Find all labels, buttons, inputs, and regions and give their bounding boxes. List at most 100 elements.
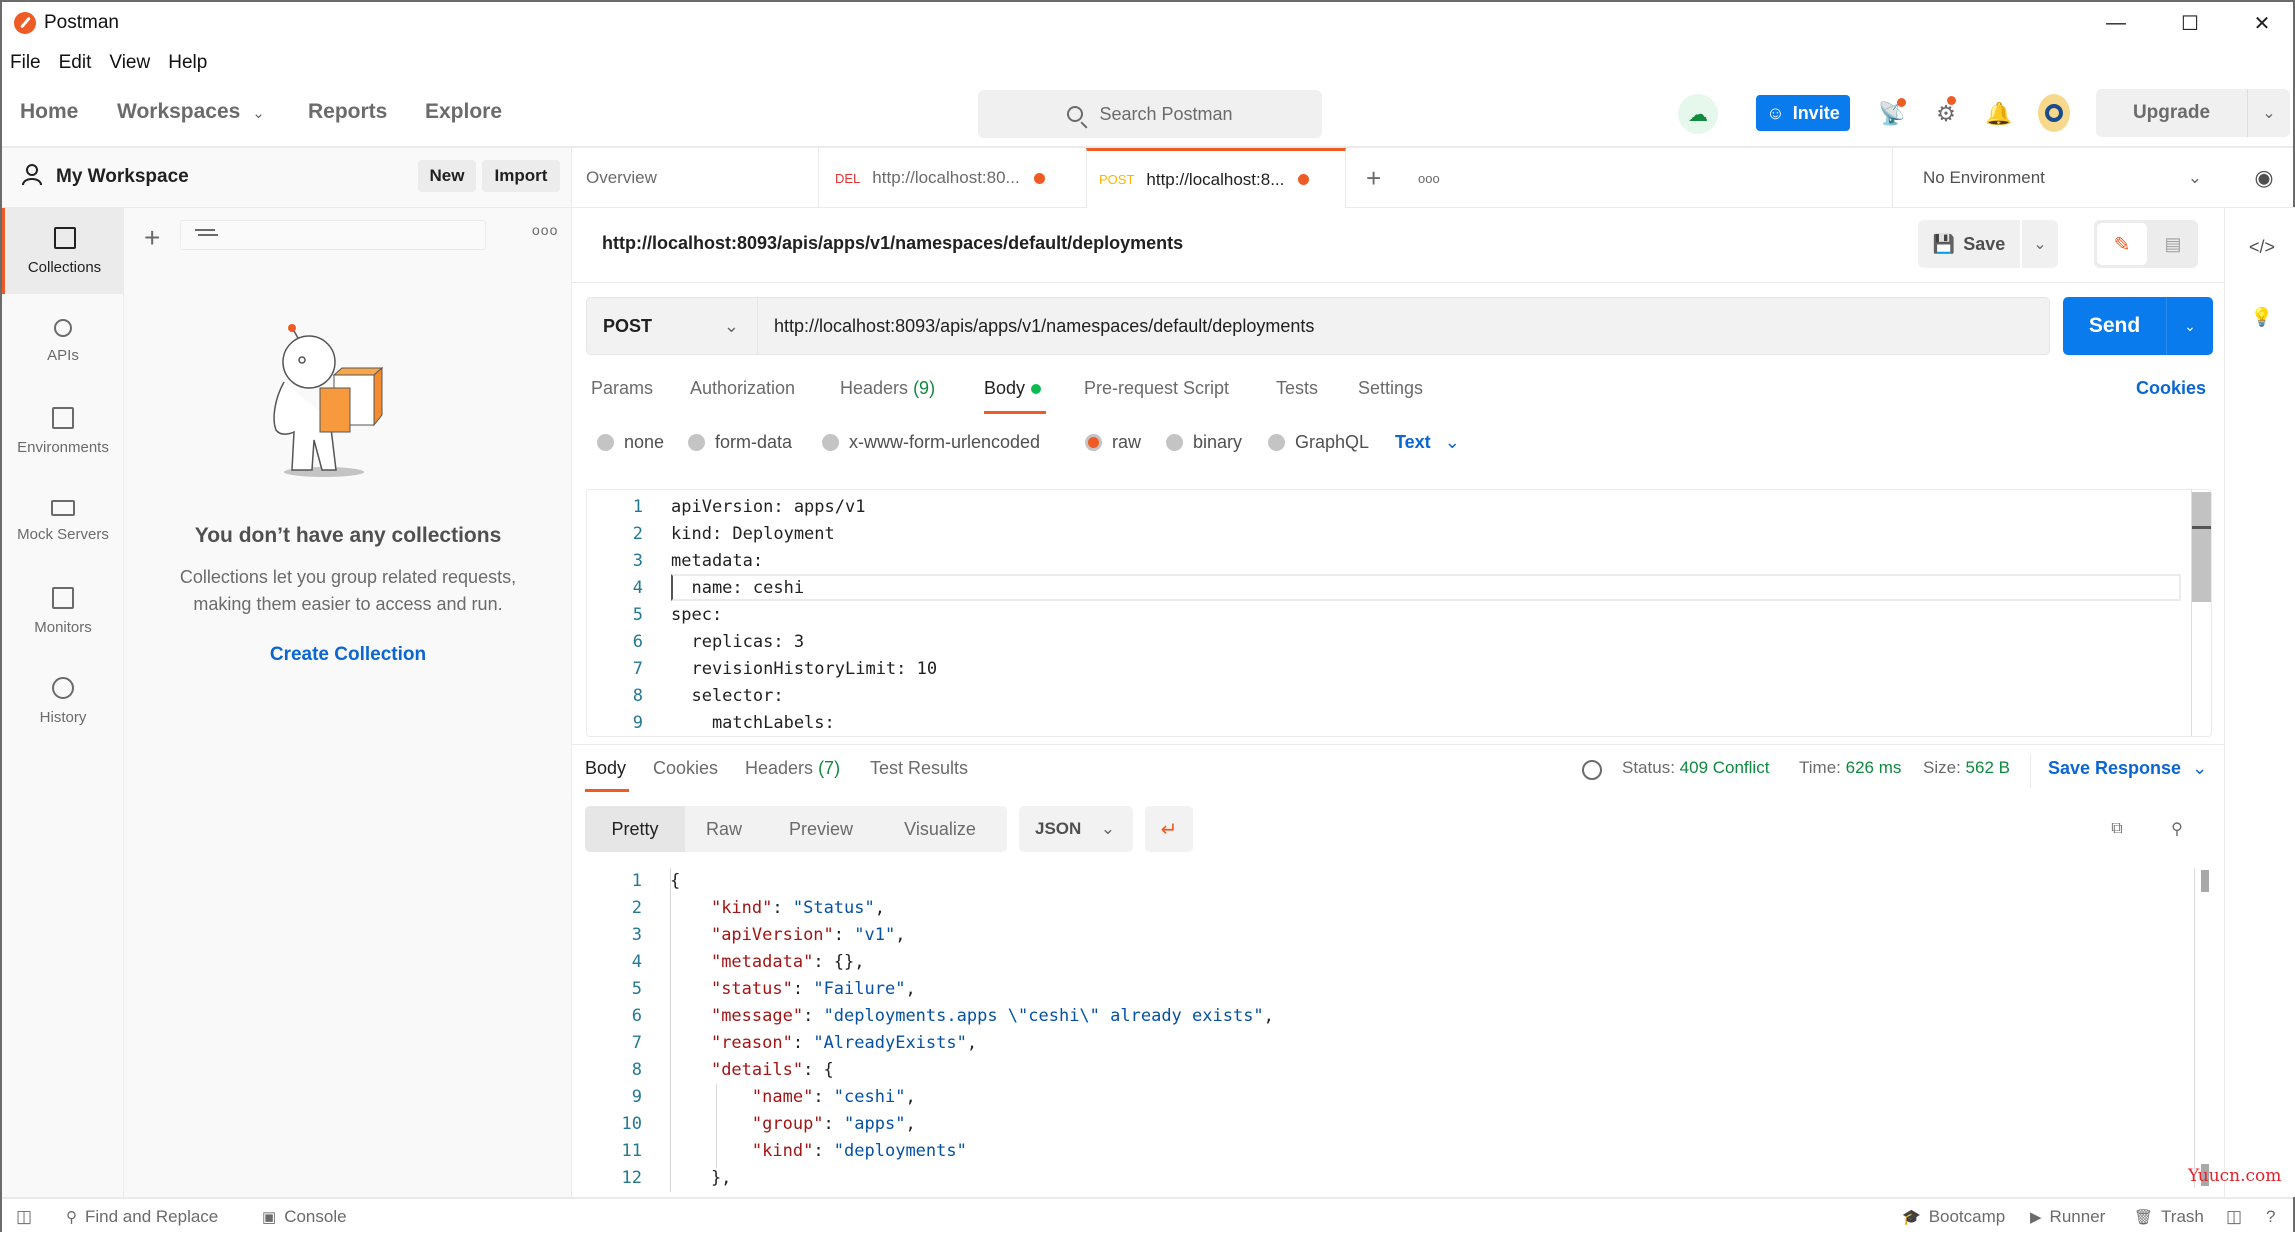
response-tab-headers[interactable]: Headers (7) <box>745 758 840 779</box>
lightbulb-icon[interactable]: 💡 <box>2247 302 2277 332</box>
more-options-icon[interactable]: ooo <box>532 222 558 238</box>
response-status[interactable]: Status: 409 Conflict <box>1622 758 1769 778</box>
tab-pre-request-script[interactable]: Pre-request Script <box>1084 378 1229 399</box>
console-button[interactable]: ▣ Console <box>262 1207 347 1227</box>
view-raw[interactable]: Raw <box>685 806 763 852</box>
create-collection-link[interactable]: Create Collection <box>124 644 572 666</box>
nav-home[interactable]: Home <box>20 100 78 124</box>
tab-authorization[interactable]: Authorization <box>690 378 795 399</box>
view-preview[interactable]: Preview <box>763 806 879 852</box>
nav-explore[interactable]: Explore <box>425 100 502 124</box>
raw-format-select[interactable]: Text ⌄ <box>1395 432 1460 453</box>
tab-delete-request[interactable]: DEL http://localhost:80... <box>818 148 1084 208</box>
radio-binary[interactable]: binary <box>1166 432 1242 453</box>
radio-x-www-form-urlencoded[interactable]: x-www-form-urlencoded <box>822 432 1040 453</box>
response-size[interactable]: Size: 562 B <box>1923 758 2010 778</box>
sidebar-item-collections[interactable]: Collections <box>2 208 124 294</box>
globe-icon[interactable] <box>1582 760 1602 780</box>
radio-form-data[interactable]: form-data <box>688 432 792 453</box>
nav-reports[interactable]: Reports <box>308 100 387 124</box>
bootcamp-button[interactable]: 🎓 Bootcamp <box>1902 1207 2005 1227</box>
maximize-button[interactable]: ☐ <box>2160 2 2220 44</box>
url-input[interactable]: http://localhost:8093/apis/apps/v1/names… <box>758 297 2050 355</box>
settings-icon[interactable]: ⚙ <box>1928 96 1964 132</box>
tab-headers[interactable]: Headers (9) <box>840 378 935 399</box>
satellite-icon[interactable]: 📡 <box>1874 96 1910 132</box>
bell-icon[interactable]: 🔔 <box>1981 96 2017 132</box>
workspace-title: My Workspace <box>56 166 189 187</box>
invite-button[interactable]: ☺ Invite <box>1756 95 1850 131</box>
tabs-more-button[interactable]: ooo <box>1418 148 1448 208</box>
response-tab-body[interactable]: Body <box>585 758 626 779</box>
chevron-down-icon[interactable]: ⌄ <box>2248 89 2290 137</box>
sidebar-item-history[interactable]: History <box>2 658 124 744</box>
send-button[interactable]: Send ⌄ <box>2063 297 2213 355</box>
search-icon[interactable]: ⚲ <box>2164 816 2190 842</box>
avatar[interactable] <box>2038 94 2070 132</box>
edit-pencil-icon[interactable]: ✎ <box>2097 223 2147 265</box>
radio-raw[interactable]: raw <box>1085 432 1141 453</box>
cookies-link[interactable]: Cookies <box>2136 378 2206 399</box>
tab-post-request[interactable]: POST http://localhost:8... <box>1086 148 1346 208</box>
radio-none[interactable]: none <box>597 432 664 453</box>
response-body-viewer[interactable]: 1{2 "kind": "Status", 3 "apiVersion": "v1… <box>586 868 2212 1192</box>
import-button[interactable]: Import <box>482 160 560 192</box>
tab-settings[interactable]: Settings <box>1358 378 1423 399</box>
comments-icon[interactable]: ▤ <box>2150 223 2196 265</box>
tab-tests[interactable]: Tests <box>1276 378 1318 399</box>
json-punctuation: , <box>1263 1006 1274 1026</box>
request-body-editor[interactable]: 1 apiVersion: apps/v1 2 kind: Deployment 3 me… <box>586 489 2212 737</box>
environment-select[interactable]: No Environment ⌄ <box>1892 148 2232 208</box>
json-key: "kind" <box>751 1141 814 1161</box>
minimize-button[interactable]: — <box>2086 2 2146 44</box>
copy-icon[interactable]: ⧉ <box>2104 816 2130 842</box>
code-snippet-icon[interactable]: </> <box>2247 232 2277 262</box>
response-time[interactable]: Time: 626 ms <box>1799 758 1901 778</box>
tab-params[interactable]: Params <box>591 378 653 399</box>
save-dropdown-chevron[interactable]: ⌄ <box>2022 220 2058 268</box>
toggle-sidebar-icon[interactable]: ◫ <box>16 1207 32 1227</box>
line-number: 5 <box>632 605 643 625</box>
sidebar-item-mock-servers[interactable]: Mock Servers <box>2 478 124 564</box>
new-tab-button[interactable]: + <box>1366 148 1396 208</box>
save-response-button[interactable]: Save Response ⌄ <box>2048 758 2207 779</box>
help-icon[interactable]: ? <box>2266 1207 2275 1227</box>
radio-graphql[interactable]: GraphQL <box>1268 432 1369 453</box>
sidebar-item-environments[interactable]: Environments <box>2 388 124 474</box>
sidebar-item-apis[interactable]: APIs <box>2 298 124 384</box>
sidebar-item-monitors[interactable]: Monitors <box>2 568 124 654</box>
upgrade-button[interactable]: Upgrade ⌄ <box>2096 89 2290 137</box>
menu-file[interactable]: File <box>10 52 41 74</box>
menu-edit[interactable]: Edit <box>59 52 92 74</box>
view-pretty[interactable]: Pretty <box>585 806 685 852</box>
collections-filter-input[interactable] <box>180 220 486 250</box>
tab-body[interactable]: Body <box>984 378 1042 399</box>
search-bar[interactable]: Search Postman <box>978 90 1322 138</box>
close-button[interactable]: ✕ <box>2232 2 2292 44</box>
menu-help[interactable]: Help <box>168 52 207 74</box>
find-and-replace-button[interactable]: ⚲ Find and Replace <box>66 1207 218 1227</box>
two-pane-view-icon[interactable]: ◫ <box>2226 1207 2242 1227</box>
add-collection-icon[interactable]: + <box>144 222 160 254</box>
wrap-lines-icon[interactable]: ↵ <box>1145 806 1193 852</box>
line-number: 4 <box>631 952 642 972</box>
method-select[interactable]: POST ⌄ <box>586 297 758 355</box>
menu-view[interactable]: View <box>109 52 150 74</box>
cloud-sync-icon[interactable]: ☁ <box>1678 94 1718 134</box>
view-visualize[interactable]: Visualize <box>879 806 1001 852</box>
trash-button[interactable]: 🗑 Trash <box>2134 1207 2204 1227</box>
response-scrollbar[interactable] <box>2194 868 2214 1188</box>
send-dropdown-chevron[interactable]: ⌄ <box>2167 297 2213 355</box>
nav-workspaces[interactable]: Workspaces ⌄ <box>117 100 265 124</box>
tab-overview[interactable]: Overview <box>586 148 818 208</box>
new-button[interactable]: New <box>418 160 476 192</box>
search-icon: ⚲ <box>66 1209 77 1226</box>
scrollbar-thumb[interactable] <box>2201 870 2209 892</box>
environment-quicklook-icon[interactable]: ◉ <box>2244 148 2284 208</box>
save-button[interactable]: 💾 Save <box>1918 220 2020 268</box>
invite-label: Invite <box>1792 102 1840 123</box>
response-tab-test-results[interactable]: Test Results <box>870 758 968 779</box>
response-format-select[interactable]: JSON ⌄ <box>1019 806 1133 852</box>
response-tab-cookies[interactable]: Cookies <box>653 758 718 779</box>
runner-button[interactable]: ▶ Runner <box>2030 1207 2105 1227</box>
